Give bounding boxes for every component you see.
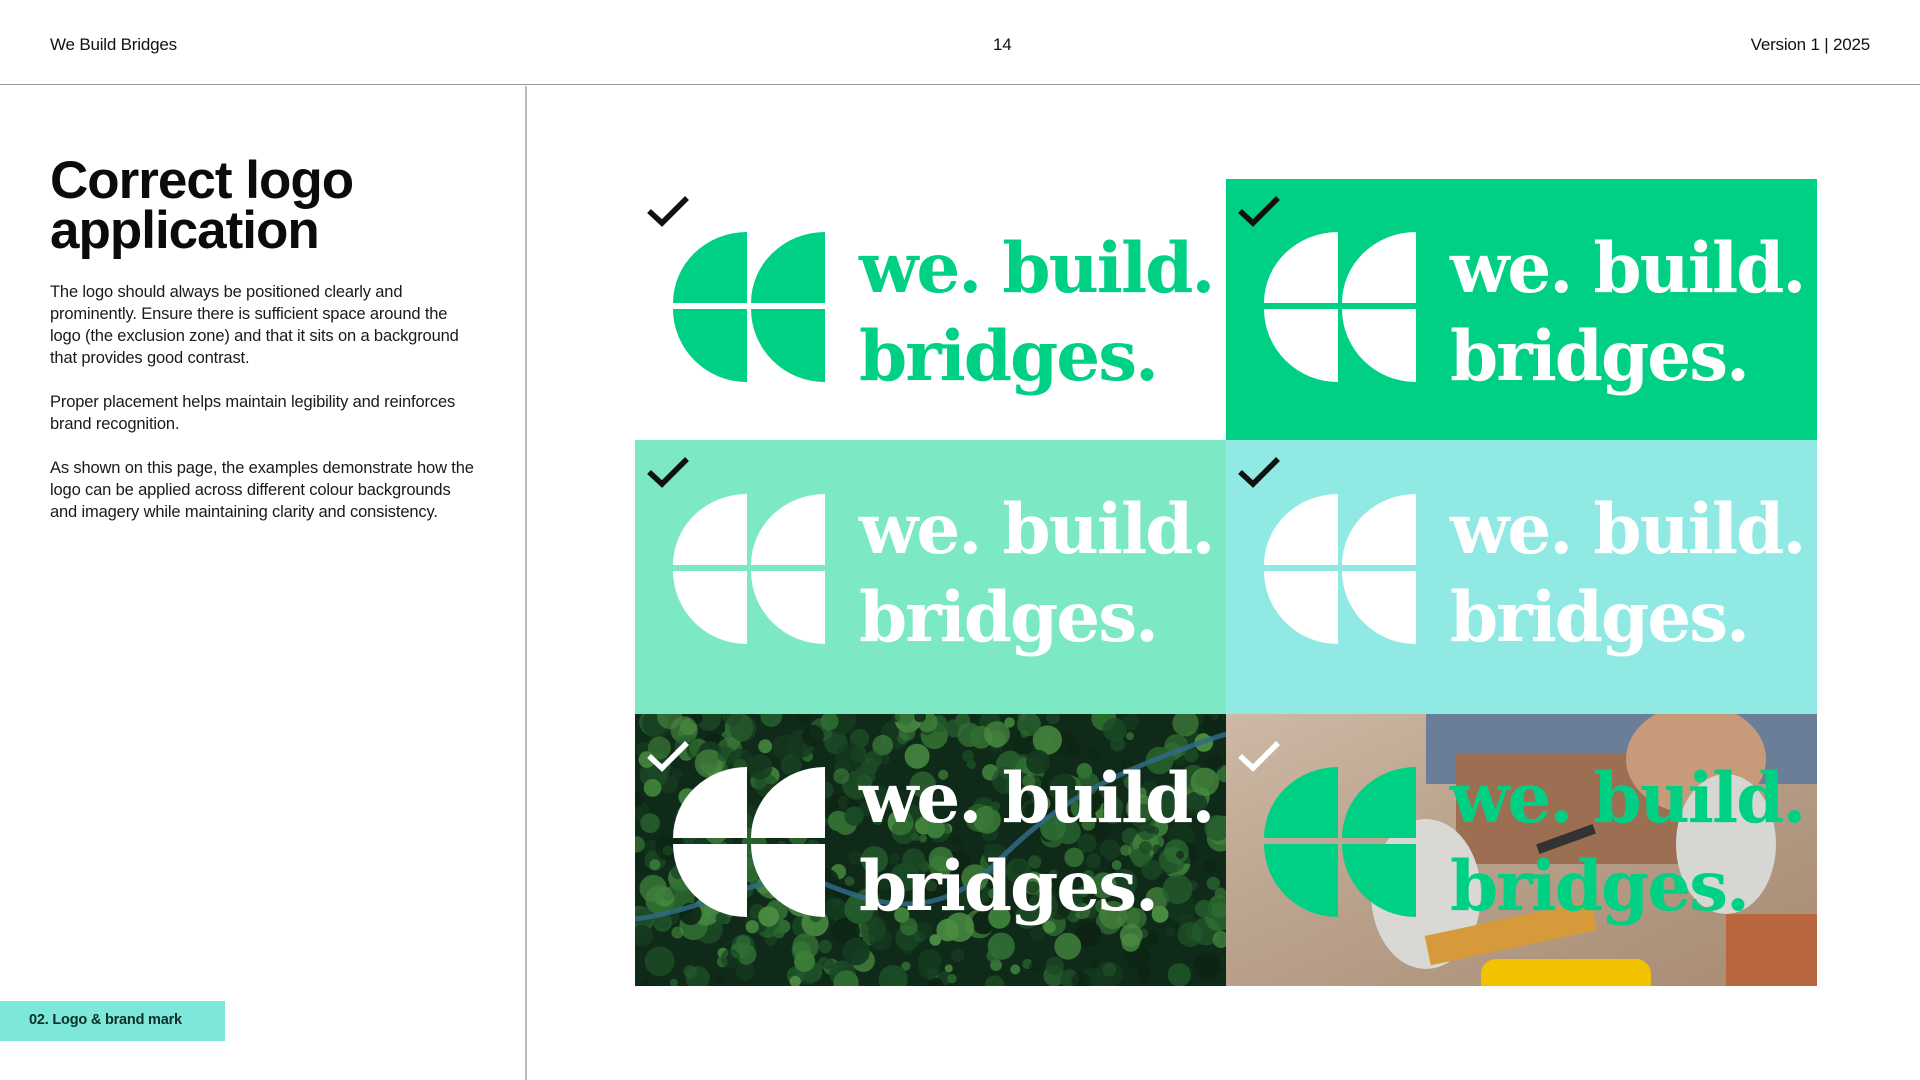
intro-paragraph: The logo should always be positioned cle… [50, 283, 459, 367]
checkmark-icon [1238, 194, 1280, 228]
page-header: We Build Bridges 14 Version 1 | 2025 [0, 0, 1920, 85]
bridge-arch-segment-3 [751, 232, 825, 303]
bridge-arch-segment-2 [673, 571, 747, 644]
logo-wordmark: we. build. bridges. [1450, 486, 1806, 662]
wordmark-line-2: bridges. [1450, 316, 1750, 397]
bridge-arch-segment-4 [1342, 844, 1416, 917]
logo-example-white: we. build. bridges. [635, 179, 1226, 440]
section-tag-label: 02. Logo & brand mark [29, 1012, 182, 1028]
wordmark-line-1: we. build. [1450, 228, 1806, 309]
logo-wordmark: we. build. bridges. [859, 755, 1215, 931]
placement-paragraph: Proper placement helps maintain legibili… [50, 393, 456, 433]
page-number: 14 [993, 35, 1012, 54]
bridge-arch-segment-2 [1264, 844, 1338, 917]
column-divider [525, 86, 527, 1080]
logo-example-aqua: we. build. bridges. [1226, 440, 1817, 714]
logo-example-forest-aerial-photo: we. build. bridges. [635, 714, 1226, 986]
wordmark-line-2: bridges. [859, 577, 1159, 658]
bridge-arch-segment-1 [1264, 232, 1338, 303]
checkmark-icon [647, 455, 689, 489]
wordmark-line-1: we. build. [859, 228, 1215, 309]
bridge-arch-segment-1 [673, 494, 747, 565]
bridge-logo-icon [1264, 767, 1416, 917]
bridge-arch-segment-2 [1264, 309, 1338, 382]
bridge-arch-segment-3 [751, 494, 825, 565]
bridge-arch-segment-4 [1342, 571, 1416, 644]
bridge-arch-segment-4 [751, 309, 825, 382]
bridge-arch-segment-3 [1342, 767, 1416, 838]
checkmark-icon [1238, 455, 1280, 489]
wordmark-line-2: bridges. [1450, 577, 1750, 658]
brand-name: We Build Bridges [50, 35, 177, 54]
bridge-arch-segment-1 [673, 767, 747, 838]
bridge-arch-segment-4 [751, 844, 825, 917]
wordmark-line-2: bridges. [859, 846, 1159, 927]
wordmark-line-1: we. build. [1450, 758, 1806, 839]
logo-wordmark: we. build. bridges. [1450, 225, 1806, 401]
checkmark-icon [647, 194, 689, 228]
bridge-arch-segment-2 [1264, 571, 1338, 644]
bridge-arch-segment-3 [1342, 494, 1416, 565]
bridge-arch-segment-2 [673, 309, 747, 382]
title-line-2: application [50, 201, 320, 260]
bridge-arch-segment-4 [751, 571, 825, 644]
wordmark-line-2: bridges. [859, 316, 1159, 397]
examples-paragraph: As shown on this page, the examples demo… [50, 459, 474, 521]
logo-example-mint: we. build. bridges. [635, 440, 1226, 714]
bridge-logo-icon [1264, 232, 1416, 382]
bridge-arch-segment-2 [673, 844, 747, 917]
logo-example-woodworking-hands-photo: we. build. bridges. [1226, 714, 1817, 986]
bridge-logo-icon [673, 767, 825, 917]
page-title: Correct logo application [50, 154, 510, 257]
logo-wordmark: we. build. bridges. [1450, 755, 1806, 931]
wordmark-line-1: we. build. [1450, 489, 1806, 570]
bridge-arch-segment-1 [673, 232, 747, 303]
wordmark-line-1: we. build. [859, 758, 1215, 839]
bridge-arch-segment-1 [1264, 767, 1338, 838]
bridge-logo-icon [673, 232, 825, 382]
wordmark-line-1: we. build. [859, 489, 1215, 570]
bridge-logo-icon [673, 494, 825, 644]
logo-wordmark: we. build. bridges. [859, 225, 1215, 401]
section-tag: 02. Logo & brand mark [0, 1001, 225, 1041]
logo-wordmark: we. build. bridges. [859, 486, 1215, 662]
bridge-arch-segment-4 [1342, 309, 1416, 382]
bridge-arch-segment-3 [751, 767, 825, 838]
logo-example-brand-green: we. build. bridges. [1226, 179, 1817, 440]
wordmark-line-2: bridges. [1450, 846, 1750, 927]
bridge-arch-segment-1 [1264, 494, 1338, 565]
bridge-logo-icon [1264, 494, 1416, 644]
bridge-arch-segment-3 [1342, 232, 1416, 303]
version-label: Version 1 | 2025 [1750, 35, 1871, 54]
